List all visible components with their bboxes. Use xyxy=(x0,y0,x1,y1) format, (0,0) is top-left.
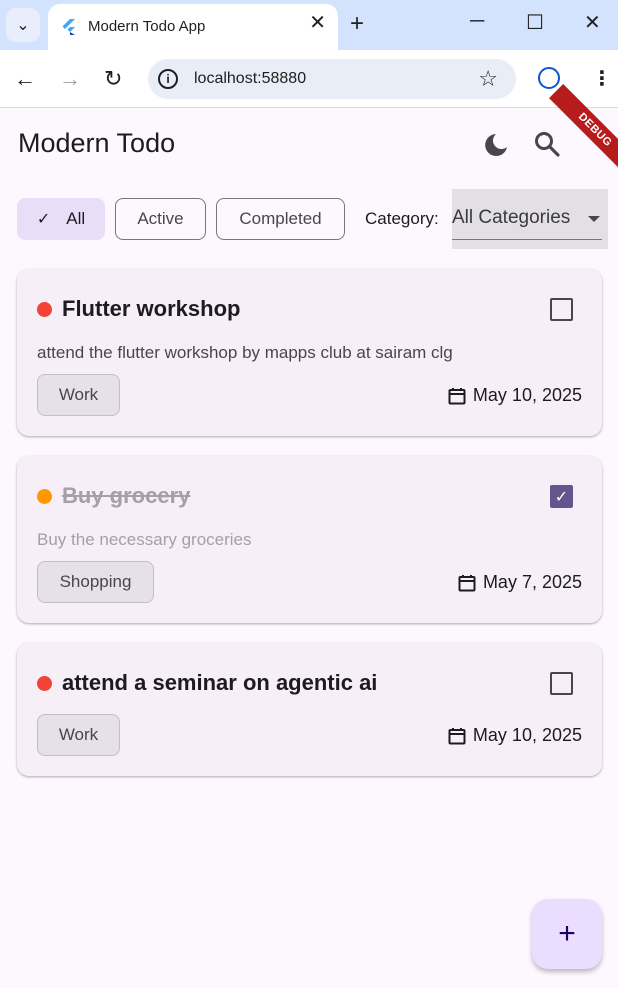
reload-icon[interactable]: ↻ xyxy=(104,66,122,92)
filter-bar: ✓ All Active Completed Category: All Cat… xyxy=(0,189,618,249)
todo-description: Buy the necessary groceries xyxy=(37,530,252,549)
category-dropdown[interactable]: All Categories xyxy=(452,189,608,249)
forward-icon[interactable]: → xyxy=(59,66,81,92)
todo-description: attend the flutter workshop by mapps clu… xyxy=(37,343,453,362)
tab-strip: ⌄ Modern Todo App ✕ + ─ ☐ ✕ xyxy=(0,0,618,50)
filter-chip-all[interactable]: ✓ All xyxy=(17,198,105,240)
todo-card[interactable]: attend a seminar on agentic ai Work May … xyxy=(17,643,602,776)
tab-title: Modern Todo App xyxy=(88,18,206,35)
flutter-logo-icon xyxy=(62,19,75,35)
tab-search-button[interactable]: ⌄ xyxy=(6,8,40,42)
check-icon: ✓ xyxy=(36,211,51,228)
chip-label: Completed xyxy=(239,209,322,228)
todo-title: Flutter workshop xyxy=(62,296,241,321)
dropdown-underline xyxy=(452,239,602,240)
todo-checkbox[interactable] xyxy=(550,298,573,321)
calendar-icon xyxy=(448,387,466,404)
plus-icon: + xyxy=(558,917,576,950)
todo-date-text: May 7, 2025 xyxy=(482,572,582,592)
todo-checkbox[interactable] xyxy=(550,672,573,695)
todo-card[interactable]: Buy grocery ✓ Buy the necessary grocerie… xyxy=(17,456,602,623)
chip-label: All xyxy=(66,209,86,228)
todo-card[interactable]: Flutter workshop attend the flutter work… xyxy=(17,269,602,436)
site-info-icon[interactable]: i xyxy=(158,69,178,89)
browser-tab[interactable]: Modern Todo App ✕ xyxy=(48,4,338,50)
chevron-down-icon: ⌄ xyxy=(16,17,30,34)
priority-dot xyxy=(37,676,52,691)
address-bar[interactable]: i localhost:58880 ☆ xyxy=(148,59,516,99)
priority-dot xyxy=(37,302,52,317)
app-body: Modern Todo DEBUG ✓ All Active Completed… xyxy=(0,84,618,988)
todo-date-text: May 10, 2025 xyxy=(472,725,582,745)
page-title: Modern Todo xyxy=(18,128,176,158)
todo-title: attend a seminar on agentic ai xyxy=(62,670,378,695)
maximize-icon[interactable]: ☐ xyxy=(526,10,544,35)
category-label: Category: xyxy=(365,209,439,228)
search-icon[interactable] xyxy=(533,130,561,158)
minimize-icon[interactable]: ─ xyxy=(470,10,484,33)
dropdown-arrow-icon xyxy=(588,216,600,222)
todo-date: May 7, 2025 xyxy=(458,572,582,593)
todo-date-text: May 10, 2025 xyxy=(472,385,582,405)
check-icon: ✓ xyxy=(554,488,569,506)
profile-icon[interactable] xyxy=(538,67,560,89)
category-tag: Work xyxy=(37,374,120,416)
priority-dot xyxy=(37,489,52,504)
todo-checkbox-checked[interactable]: ✓ xyxy=(550,485,573,508)
browser-menu-icon[interactable]: ⋮ xyxy=(592,66,612,91)
category-tag: Shopping xyxy=(37,561,154,603)
todo-date: May 10, 2025 xyxy=(448,725,582,746)
add-todo-button[interactable]: + xyxy=(532,899,602,969)
calendar-icon xyxy=(458,574,476,591)
todo-title: Buy grocery xyxy=(62,483,191,508)
new-tab-icon[interactable]: + xyxy=(350,10,364,38)
bookmark-star-icon[interactable]: ☆ xyxy=(478,66,498,92)
browser-toolbar: ← → ↻ i localhost:58880 ☆ ⋮ xyxy=(0,50,618,108)
window-close-icon[interactable]: ✕ xyxy=(584,10,601,35)
browser-chrome: ⌄ Modern Todo App ✕ + ─ ☐ ✕ ← → ↻ i loca… xyxy=(0,0,618,108)
category-dropdown-value: All Categories xyxy=(452,207,571,228)
category-tag: Work xyxy=(37,714,120,756)
url-text[interactable]: localhost:58880 xyxy=(194,70,306,88)
close-tab-icon[interactable]: ✕ xyxy=(309,13,326,33)
todo-date: May 10, 2025 xyxy=(448,385,582,406)
chip-label: Active xyxy=(137,209,184,228)
filter-chip-completed[interactable]: Completed xyxy=(216,198,345,240)
filter-chip-active[interactable]: Active xyxy=(115,198,206,240)
calendar-icon xyxy=(448,727,466,744)
dark-mode-icon[interactable] xyxy=(483,132,509,158)
back-icon[interactable]: ← xyxy=(14,66,36,92)
